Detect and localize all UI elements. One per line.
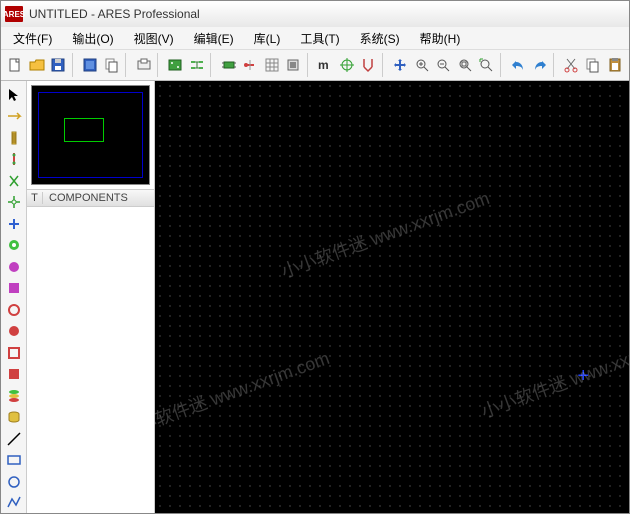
arc-icon[interactable] — [3, 343, 25, 363]
track-icon[interactable] — [3, 128, 25, 148]
design-canvas[interactable]: + 小小软件迷 www.xxrjm.com 小小软件迷 www.xxrjm.co… — [155, 81, 629, 513]
components-list[interactable] — [27, 207, 154, 513]
via-icon[interactable] — [3, 150, 25, 170]
package-icon[interactable] — [283, 53, 304, 77]
board-icon[interactable] — [165, 53, 186, 77]
fill-icon[interactable] — [3, 322, 25, 342]
menu-item[interactable]: 帮助(H) — [410, 28, 471, 49]
board-preview[interactable] — [31, 85, 150, 185]
ellipse-icon[interactable] — [3, 494, 25, 514]
polyline-icon[interactable] — [3, 472, 25, 492]
marker-icon[interactable] — [3, 279, 25, 299]
rectfill-icon[interactable] — [3, 408, 25, 428]
zoom-in-icon[interactable] — [411, 53, 432, 77]
netlist-icon[interactable] — [187, 53, 208, 77]
grid-overlay — [155, 81, 629, 513]
cut-icon[interactable] — [561, 53, 582, 77]
components-col-t[interactable]: T — [27, 192, 43, 204]
measure-icon[interactable]: m — [315, 53, 336, 77]
output-icon[interactable] — [133, 53, 154, 77]
workspace: T COMPONENTS + 小小软件迷 www.xxrjm.com 小小软件迷… — [1, 81, 629, 513]
zoom-out-icon[interactable] — [433, 53, 454, 77]
paste-icon[interactable] — [604, 53, 625, 77]
components-col-label[interactable]: COMPONENTS — [43, 192, 154, 204]
line-icon[interactable] — [3, 451, 25, 471]
new-file-icon[interactable] — [5, 53, 26, 77]
text-icon[interactable] — [3, 236, 25, 256]
snap-icon[interactable] — [358, 53, 379, 77]
layers-icon[interactable] — [3, 429, 25, 449]
title-bar: ARES UNTITLED - ARES Professional — [1, 1, 629, 27]
import-icon[interactable] — [80, 53, 101, 77]
zoom-area-icon[interactable] — [476, 53, 497, 77]
circle-icon[interactable] — [3, 365, 25, 385]
cursor-crosshair: + — [577, 371, 589, 381]
pan-icon[interactable] — [390, 53, 411, 77]
redo-icon[interactable] — [529, 53, 550, 77]
component-icon[interactable] — [218, 53, 239, 77]
menu-item[interactable]: 工具(T) — [290, 28, 349, 49]
save-icon[interactable] — [48, 53, 69, 77]
components-header: T COMPONENTS — [27, 189, 154, 207]
origin-icon[interactable] — [336, 53, 357, 77]
copy2-icon[interactable] — [583, 53, 604, 77]
grid-icon[interactable] — [262, 53, 283, 77]
menu-item[interactable]: 系统(S) — [350, 28, 410, 49]
window-title: UNTITLED - ARES Professional — [29, 7, 200, 21]
app-window: ARES UNTITLED - ARES Professional 文件(F)输… — [0, 0, 630, 514]
preview-board-outline — [64, 118, 104, 142]
smt-icon[interactable] — [3, 193, 25, 213]
menu-bar: 文件(F)输出(O)视图(V)编辑(E)库(L)工具(T)系统(S)帮助(H) — [1, 27, 629, 49]
left-toolbar — [1, 81, 27, 513]
menu-item[interactable]: 输出(O) — [62, 28, 123, 49]
main-toolbar: m — [1, 49, 629, 81]
dim-icon[interactable] — [3, 257, 25, 277]
menu-item[interactable]: 编辑(E) — [184, 28, 244, 49]
side-panel: T COMPONENTS — [27, 81, 155, 513]
copy-icon[interactable] — [101, 53, 122, 77]
pad-icon[interactable] — [3, 171, 25, 191]
zone-icon[interactable] — [3, 214, 25, 234]
pin-icon[interactable] — [240, 53, 261, 77]
undo-icon[interactable] — [508, 53, 529, 77]
open-file-icon[interactable] — [27, 53, 48, 77]
menu-item[interactable]: 文件(F) — [3, 28, 62, 49]
menu-item[interactable]: 视图(V) — [124, 28, 184, 49]
zoom-fit-icon[interactable] — [454, 53, 475, 77]
ratsnest-icon[interactable] — [3, 300, 25, 320]
svg-text:m: m — [318, 58, 329, 72]
app-logo: ARES — [5, 6, 23, 22]
menu-item[interactable]: 库(L) — [244, 28, 291, 49]
rect-icon[interactable] — [3, 386, 25, 406]
select-icon[interactable] — [3, 85, 25, 105]
route-icon[interactable] — [3, 107, 25, 127]
